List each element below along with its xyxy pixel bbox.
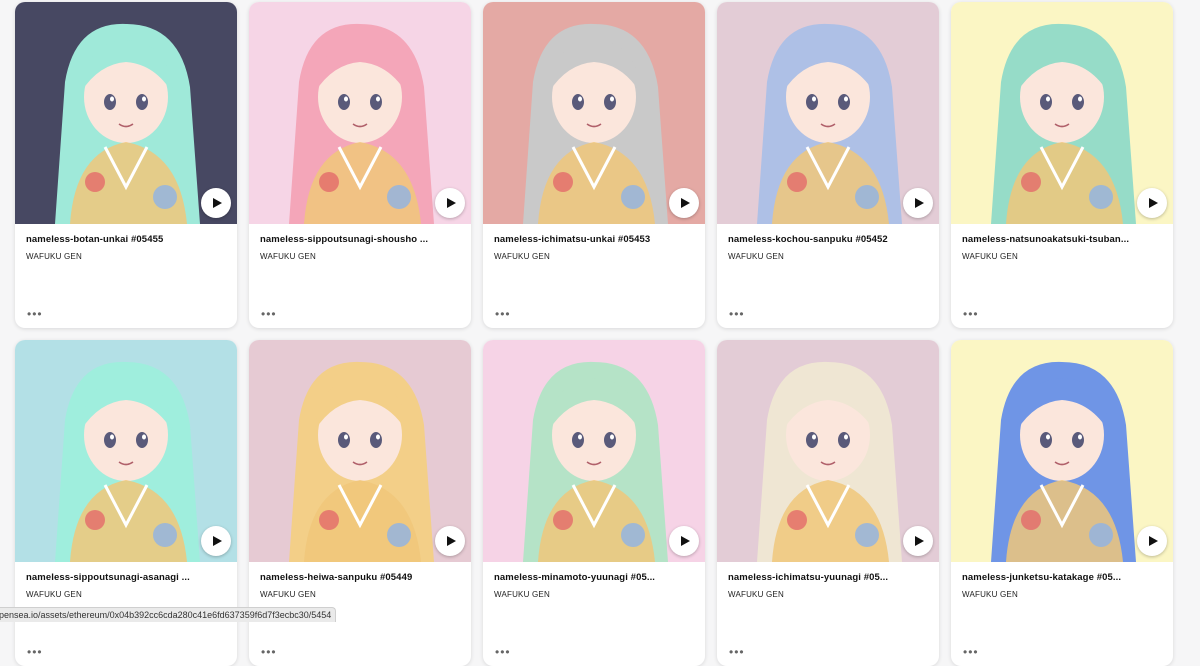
play-icon <box>211 197 223 209</box>
play-icon <box>1147 535 1159 547</box>
character-illustration <box>249 340 471 562</box>
play-icon <box>445 197 457 209</box>
character-illustration <box>951 340 1173 562</box>
nft-image[interactable] <box>249 340 471 562</box>
play-icon <box>211 535 223 547</box>
character-illustration <box>483 2 705 224</box>
character-illustration <box>717 2 939 224</box>
play-icon <box>913 197 925 209</box>
play-button[interactable] <box>903 188 933 218</box>
play-button[interactable] <box>1137 526 1167 556</box>
play-button[interactable] <box>669 188 699 218</box>
nft-image[interactable] <box>951 2 1173 224</box>
nft-title[interactable]: nameless-minamoto-yuunagi #05... <box>494 572 694 583</box>
more-options-icon[interactable]: ••• <box>729 310 745 318</box>
collection-name[interactable]: WAFUKU GEN <box>494 590 694 599</box>
collection-name[interactable]: WAFUKU GEN <box>728 252 928 261</box>
collection-name[interactable]: WAFUKU GEN <box>494 252 694 261</box>
collection-name[interactable]: WAFUKU GEN <box>962 252 1162 261</box>
more-options-icon[interactable]: ••• <box>261 648 277 656</box>
more-options-icon[interactable]: ••• <box>495 648 511 656</box>
link-preview-statusbar: opensea.io/assets/ethereum/0x04b392cc6cd… <box>0 607 336 622</box>
nft-image[interactable] <box>15 2 237 224</box>
play-button[interactable] <box>903 526 933 556</box>
nft-image[interactable] <box>483 2 705 224</box>
status-url: opensea.io/assets/ethereum/0x04b392cc6cd… <box>0 608 331 622</box>
nft-title[interactable]: nameless-natsunoakatsuki-tsuban... <box>962 234 1162 245</box>
more-options-icon[interactable]: ••• <box>963 310 979 318</box>
nft-card[interactable]: nameless-sippoutsunagi-shousho ... WAFUK… <box>249 2 471 328</box>
nft-title[interactable]: nameless-sippoutsunagi-shousho ... <box>260 234 460 245</box>
play-icon <box>679 197 691 209</box>
nft-image[interactable] <box>15 340 237 562</box>
collection-name[interactable]: WAFUKU GEN <box>26 590 226 599</box>
nft-card[interactable]: nameless-ichimatsu-yuunagi #05... WAFUKU… <box>717 340 939 666</box>
nft-image[interactable] <box>483 340 705 562</box>
nft-image[interactable] <box>249 2 471 224</box>
nft-title[interactable]: nameless-kochou-sanpuku #05452 <box>728 234 928 245</box>
play-button[interactable] <box>1137 188 1167 218</box>
nft-card[interactable]: nameless-junketsu-katakage #05... WAFUKU… <box>951 340 1173 666</box>
character-illustration <box>951 2 1173 224</box>
play-icon <box>445 535 457 547</box>
nft-title[interactable]: nameless-botan-unkai #05455 <box>26 234 226 245</box>
collection-name[interactable]: WAFUKU GEN <box>962 590 1162 599</box>
nft-title[interactable]: nameless-ichimatsu-yuunagi #05... <box>728 572 928 583</box>
collection-name[interactable]: WAFUKU GEN <box>26 252 226 261</box>
nft-title[interactable]: nameless-sippoutsunagi-asanagi ... <box>26 572 226 583</box>
nft-grid: nameless-botan-unkai #05455 WAFUKU GEN •… <box>15 2 1173 666</box>
collection-name[interactable]: WAFUKU GEN <box>728 590 928 599</box>
play-icon <box>679 535 691 547</box>
play-button[interactable] <box>201 526 231 556</box>
more-options-icon[interactable]: ••• <box>729 648 745 656</box>
nft-card[interactable]: nameless-minamoto-yuunagi #05... WAFUKU … <box>483 340 705 666</box>
more-options-icon[interactable]: ••• <box>495 310 511 318</box>
nft-title[interactable]: nameless-junketsu-katakage #05... <box>962 572 1162 583</box>
character-illustration <box>483 340 705 562</box>
more-options-icon[interactable]: ••• <box>27 310 43 318</box>
character-illustration <box>249 2 471 224</box>
play-button[interactable] <box>435 526 465 556</box>
character-illustration <box>15 340 237 562</box>
more-options-icon[interactable]: ••• <box>27 648 43 656</box>
nft-image[interactable] <box>717 2 939 224</box>
nft-title[interactable]: nameless-ichimatsu-unkai #05453 <box>494 234 694 245</box>
play-button[interactable] <box>669 526 699 556</box>
nft-card[interactable]: nameless-botan-unkai #05455 WAFUKU GEN •… <box>15 2 237 328</box>
play-icon <box>913 535 925 547</box>
nft-card[interactable]: nameless-ichimatsu-unkai #05453 WAFUKU G… <box>483 2 705 328</box>
more-options-icon[interactable]: ••• <box>261 310 277 318</box>
play-icon <box>1147 197 1159 209</box>
play-button[interactable] <box>201 188 231 218</box>
nft-image[interactable] <box>951 340 1173 562</box>
play-button[interactable] <box>435 188 465 218</box>
collection-name[interactable]: WAFUKU GEN <box>260 590 460 599</box>
nft-image[interactable] <box>717 340 939 562</box>
character-illustration <box>717 340 939 562</box>
character-illustration <box>15 2 237 224</box>
nft-card[interactable]: nameless-kochou-sanpuku #05452 WAFUKU GE… <box>717 2 939 328</box>
nft-card[interactable]: nameless-natsunoakatsuki-tsuban... WAFUK… <box>951 2 1173 328</box>
collection-name[interactable]: WAFUKU GEN <box>260 252 460 261</box>
more-options-icon[interactable]: ••• <box>963 648 979 656</box>
nft-title[interactable]: nameless-heiwa-sanpuku #05449 <box>260 572 460 583</box>
